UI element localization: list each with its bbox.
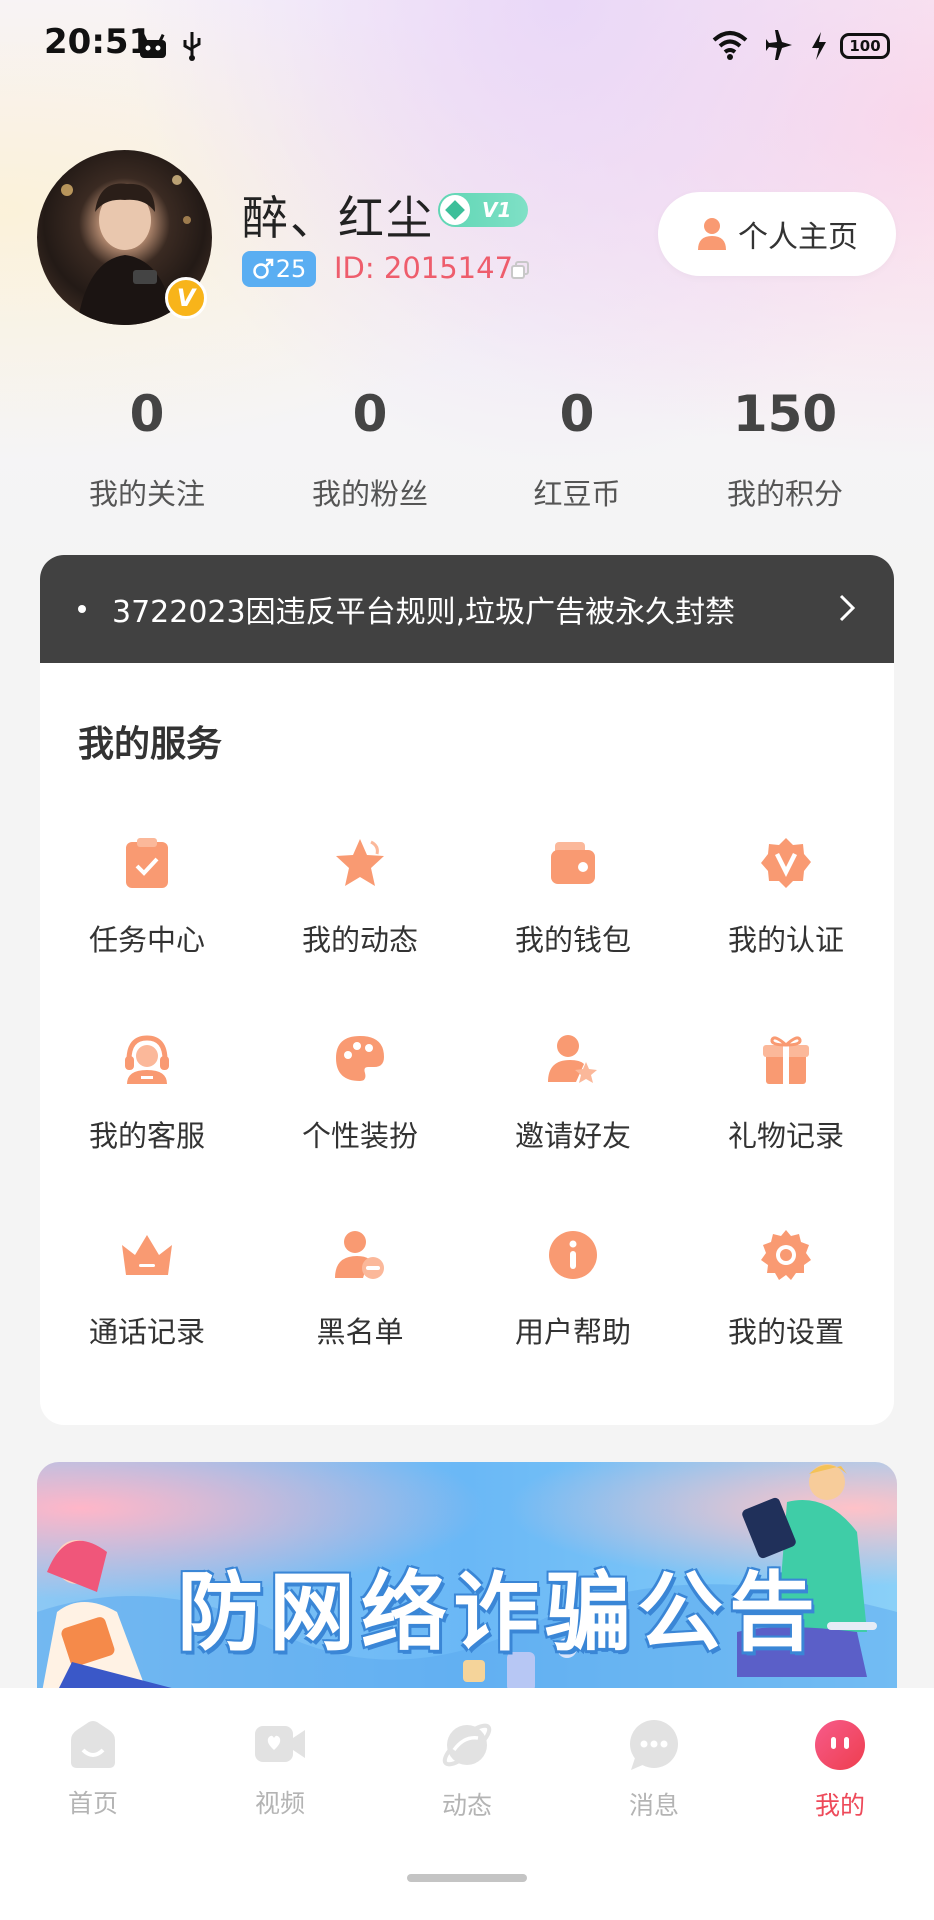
service-settings[interactable]: 我的设置 — [686, 1227, 886, 1367]
gear-icon — [758, 1227, 814, 1283]
android-icon — [140, 33, 166, 58]
service-dress-up[interactable]: 个性装扮 — [260, 1031, 460, 1171]
gender-age-badge: 25 — [242, 251, 316, 287]
diamond-icon — [440, 195, 470, 225]
profile-icon — [815, 1720, 865, 1770]
nav-messages[interactable]: 消息 — [594, 1718, 714, 1822]
service-invite-friends[interactable]: 邀请好友 — [473, 1031, 673, 1171]
clipboard-check-icon — [119, 835, 175, 891]
bullet-dot — [78, 605, 86, 613]
service-task-center[interactable]: 任务中心 — [47, 835, 247, 975]
user-minus-icon — [332, 1227, 388, 1283]
user-star-icon — [545, 1031, 601, 1087]
wallet-icon — [545, 835, 601, 891]
usb-icon — [183, 32, 201, 61]
service-gift-records[interactable]: 礼物记录 — [686, 1031, 886, 1171]
service-wallet[interactable]: 我的钱包 — [473, 835, 673, 975]
home-icon — [71, 1721, 115, 1768]
stat-coins[interactable]: 0 红豆币 — [477, 385, 677, 513]
video-icon — [255, 1726, 305, 1762]
service-user-help[interactable]: 用户帮助 — [473, 1227, 673, 1367]
copy-icon[interactable] — [510, 260, 530, 280]
nav-moments[interactable]: 动态 — [407, 1718, 527, 1822]
chat-icon — [630, 1720, 678, 1770]
palette-icon — [332, 1031, 388, 1087]
headset-icon — [119, 1031, 175, 1087]
service-verification[interactable]: 我的认证 — [686, 835, 886, 975]
banner-title: 防网络诈骗公告 — [177, 1563, 821, 1663]
planet-icon — [442, 1723, 492, 1767]
stat-following[interactable]: 0 我的关注 — [47, 385, 247, 513]
verified-badge-icon — [758, 835, 814, 891]
charging-icon — [812, 32, 826, 60]
service-blacklist[interactable]: 黑名单 — [260, 1227, 460, 1367]
chevron-right-icon — [839, 594, 856, 622]
stat-points[interactable]: 150 我的积分 — [685, 385, 885, 513]
services-title: 我的服务 — [78, 724, 223, 765]
status-time: 20:51 — [44, 22, 153, 62]
anti-fraud-banner[interactable]: 防网络诈骗公告 — [37, 1462, 897, 1692]
nav-video[interactable]: 视频 — [220, 1718, 340, 1820]
home-indicator[interactable] — [407, 1874, 527, 1882]
star-icon — [332, 835, 388, 891]
battery-indicator: 100 — [840, 33, 890, 59]
user-id: ID: 2015147 — [334, 251, 514, 285]
wifi-icon — [712, 31, 748, 60]
personal-homepage-button[interactable]: 个人主页 — [658, 192, 896, 276]
service-my-posts[interactable]: 我的动态 — [260, 835, 460, 975]
services-card: 3722023因违反平台规则,垃圾广告被永久封禁 我的服务 任务中心 我的动态 … — [40, 555, 894, 1425]
service-call-records[interactable]: 通话记录 — [47, 1227, 247, 1367]
status-bar: 20:51 100 — [0, 0, 934, 96]
notice-text: 3722023因违反平台规则,垃圾广告被永久封禁 — [112, 595, 736, 630]
info-icon — [545, 1227, 601, 1283]
airplane-mode-icon — [766, 30, 792, 60]
username: 醉、红尘 — [242, 191, 434, 245]
person-icon — [698, 218, 726, 250]
verified-badge: V — [165, 277, 207, 319]
nav-profile[interactable]: 我的 — [780, 1718, 900, 1822]
bottom-navigation: 首页 视频 动态 消息 我的 — [0, 1688, 934, 1920]
notice-bar[interactable]: 3722023因违反平台规则,垃圾广告被永久封禁 — [40, 555, 894, 663]
gift-icon — [758, 1031, 814, 1087]
nav-home[interactable]: 首页 — [33, 1718, 153, 1820]
stat-followers[interactable]: 0 我的粉丝 — [270, 385, 470, 513]
service-customer-support[interactable]: 我的客服 — [47, 1031, 247, 1171]
vip-level-badge: V1 — [438, 193, 528, 227]
crown-icon — [119, 1227, 175, 1283]
male-icon — [252, 258, 273, 279]
